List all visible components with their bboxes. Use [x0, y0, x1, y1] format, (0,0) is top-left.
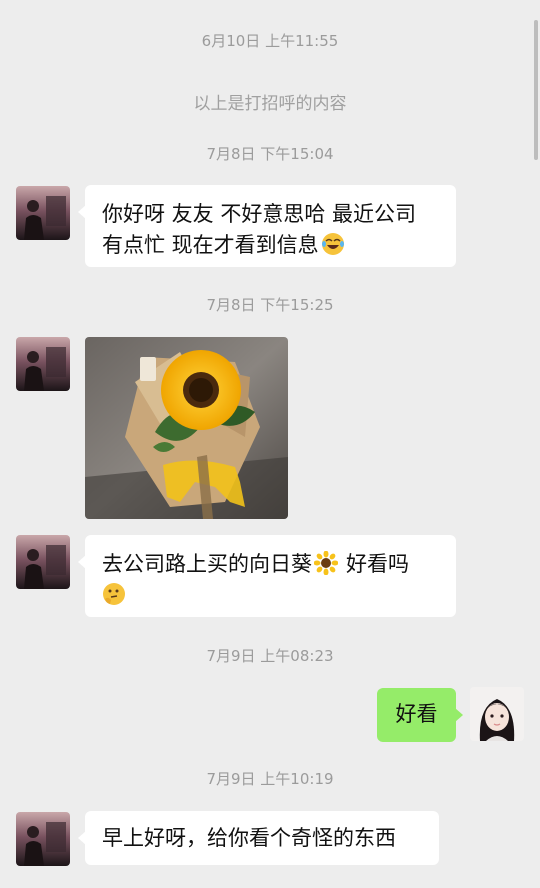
contact-avatar-image: [16, 535, 70, 589]
message-text-line: 去公司路上买的向日葵 好看吗: [102, 549, 440, 580]
system-note: 以上是打招呼的内容: [193, 94, 347, 114]
message-text: 去公司路上买的向日葵: [102, 552, 312, 576]
message-bubble[interactable]: 你好呀 友友 不好意思哈 最近公司 有点忙 现在才看到信息: [78, 185, 456, 267]
message-text: 早上好呀，给你看个奇怪的东西: [102, 826, 396, 850]
thinking-emoji-icon: [103, 583, 125, 605]
message-text: 好看: [395, 702, 438, 726]
contact-avatar[interactable]: [16, 812, 70, 866]
timestamp: 7月8日 下午15:04: [206, 145, 334, 163]
contact-avatar-image: [16, 812, 70, 866]
contact-avatar[interactable]: [16, 337, 70, 391]
message-text-line: [102, 580, 440, 611]
timestamp: 7月8日 下午15:25: [206, 296, 334, 314]
contact-avatar[interactable]: [16, 535, 70, 589]
message-bubble[interactable]: 去公司路上买的向日葵 好看吗: [78, 535, 456, 617]
my-avatar[interactable]: [470, 687, 524, 741]
sunflower-photo[interactable]: [85, 337, 288, 519]
sunflower-emoji-icon: [314, 551, 338, 575]
message-text: 你好呀 友友 不好意思哈 最近公司: [102, 202, 417, 226]
contact-avatar[interactable]: [16, 186, 70, 240]
my-message-bubble[interactable]: 好看: [377, 688, 463, 742]
message-text: 好看吗: [346, 552, 409, 576]
message-text: 有点忙 现在才看到信息: [102, 233, 319, 257]
timestamp: 7月9日 上午08:23: [206, 647, 334, 665]
message-text-line: 有点忙 现在才看到信息: [102, 230, 440, 261]
contact-avatar-image: [16, 337, 70, 391]
sunflower-bouquet-image: [85, 337, 288, 519]
timestamp: 6月10日 上午11:55: [201, 32, 339, 50]
contact-avatar-image: [16, 186, 70, 240]
my-avatar-image: [470, 687, 524, 741]
timestamp: 7月9日 上午10:19: [206, 770, 334, 788]
tears-of-joy-emoji-icon: [321, 233, 344, 255]
message-bubble[interactable]: 早上好呀，给你看个奇怪的东西: [78, 811, 439, 865]
